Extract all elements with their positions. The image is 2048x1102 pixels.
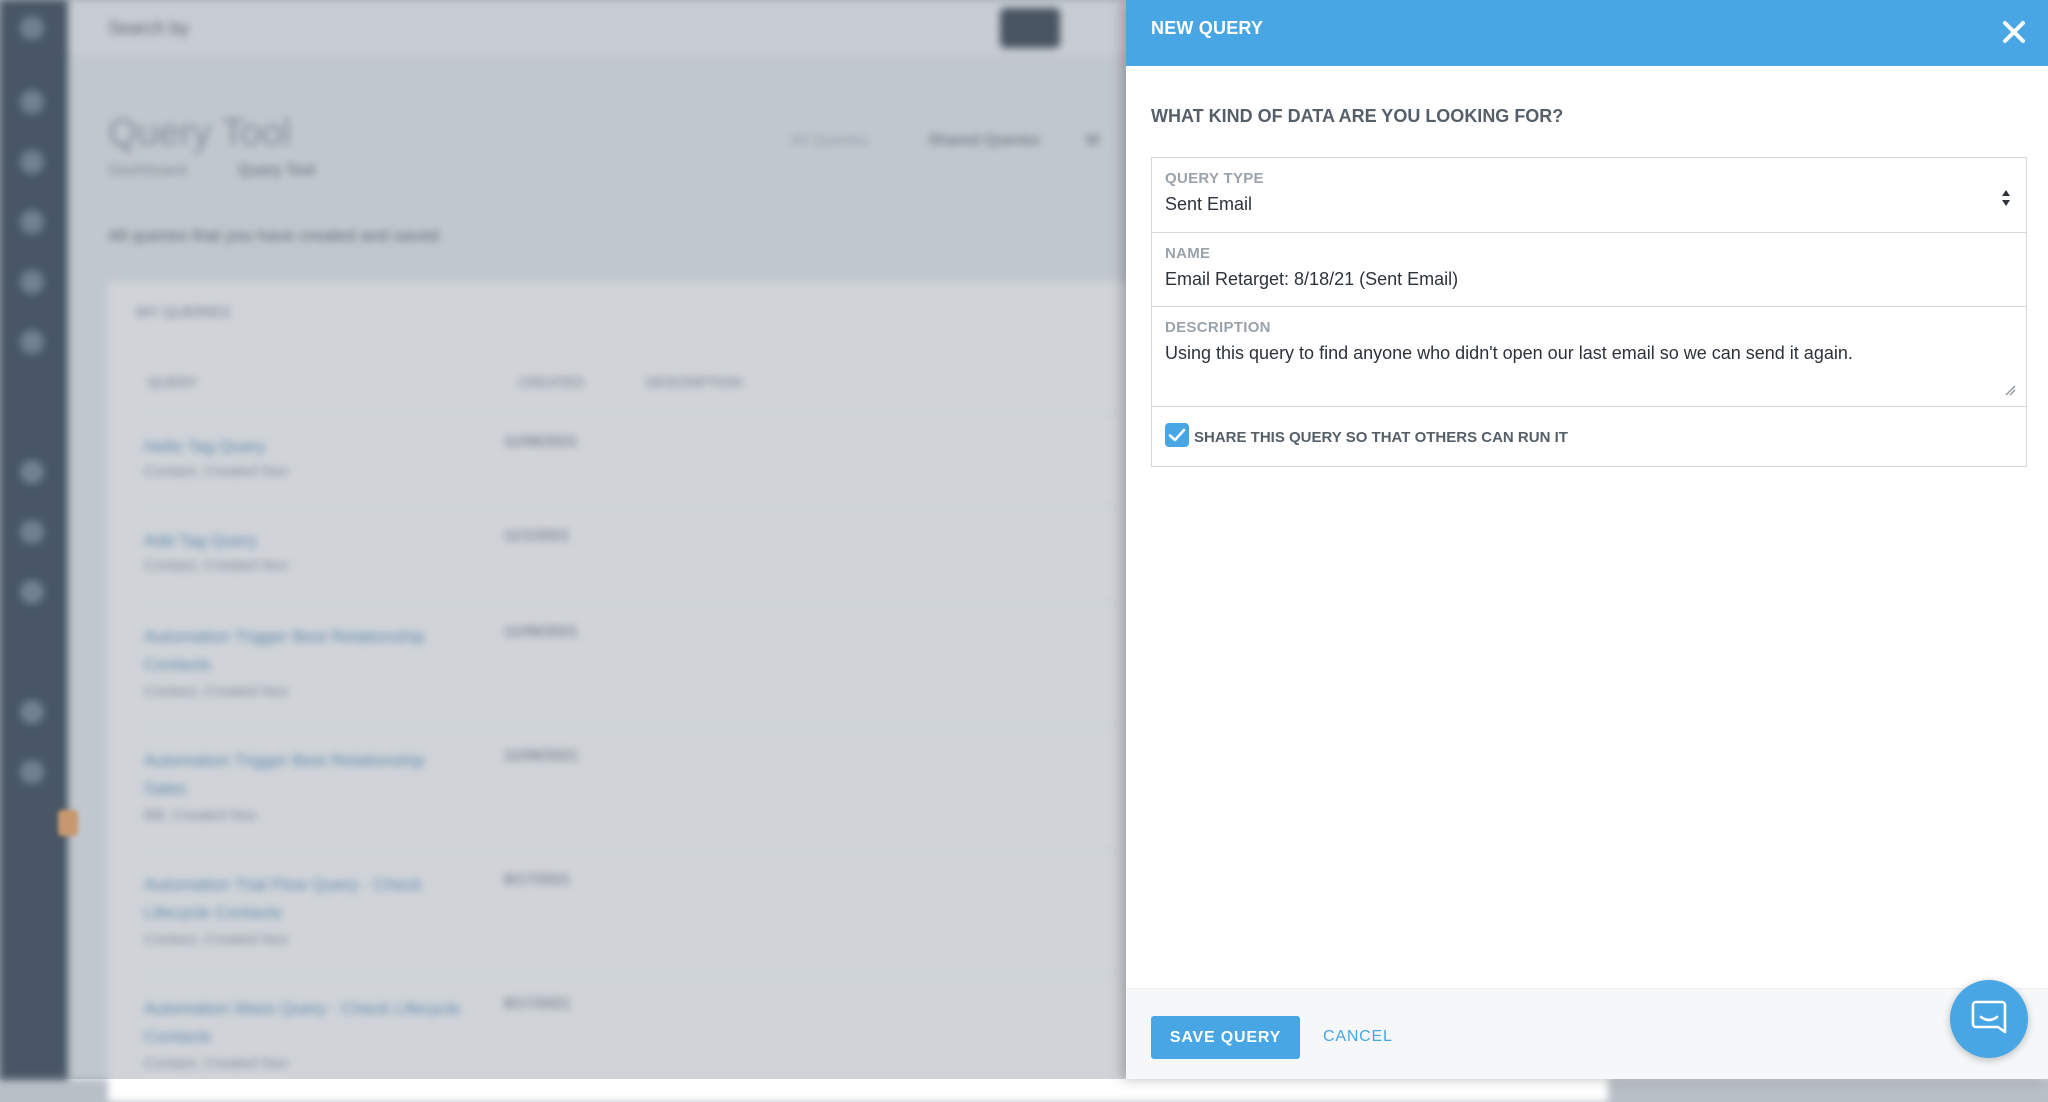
description-field[interactable]: DESCRIPTION Using this query to find any…: [1152, 307, 2026, 407]
name-label: NAME: [1165, 245, 1211, 262]
resize-handle-icon[interactable]: [2004, 384, 2016, 396]
share-checkbox[interactable]: [1165, 423, 1189, 447]
chat-launcher-button[interactable]: [1950, 980, 2028, 1058]
save-query-button[interactable]: SAVE QUERY: [1151, 1016, 1300, 1059]
panel-title: NEW QUERY: [1151, 18, 1264, 38]
query-form: QUERY TYPE Sent Email NAME Email Retarge…: [1151, 157, 2027, 467]
name-field[interactable]: NAME Email Retarget: 8/18/21 (Sent Email…: [1152, 233, 2026, 307]
cancel-button[interactable]: CANCEL: [1323, 1028, 1393, 1046]
query-type-select[interactable]: QUERY TYPE Sent Email: [1152, 158, 2026, 233]
close-icon[interactable]: [1996, 14, 2032, 50]
description-label: DESCRIPTION: [1165, 319, 1271, 336]
description-value: Using this query to find anyone who didn…: [1165, 343, 1853, 363]
checkmark-icon: [1168, 428, 1186, 442]
chat-bubble-icon: [1971, 1000, 2007, 1034]
query-type-value: Sent Email: [1165, 194, 1253, 214]
share-label: SHARE THIS QUERY SO THAT OTHERS CAN RUN …: [1194, 429, 1568, 446]
modal-backdrop[interactable]: [0, 0, 1126, 1079]
new-query-panel: NEW QUERY WHAT KIND OF DATA ARE YOU LOOK…: [1126, 0, 2048, 1079]
select-arrows-icon: [2002, 190, 2010, 206]
panel-header: NEW QUERY: [1126, 0, 2048, 66]
question-heading: WHAT KIND OF DATA ARE YOU LOOKING FOR?: [1151, 106, 1564, 126]
query-type-label: QUERY TYPE: [1165, 170, 1264, 187]
share-row: SHARE THIS QUERY SO THAT OTHERS CAN RUN …: [1152, 407, 2026, 466]
name-value: Email Retarget: 8/18/21 (Sent Email): [1165, 269, 1459, 289]
panel-footer: SAVE QUERY CANCEL: [1126, 988, 2048, 1079]
